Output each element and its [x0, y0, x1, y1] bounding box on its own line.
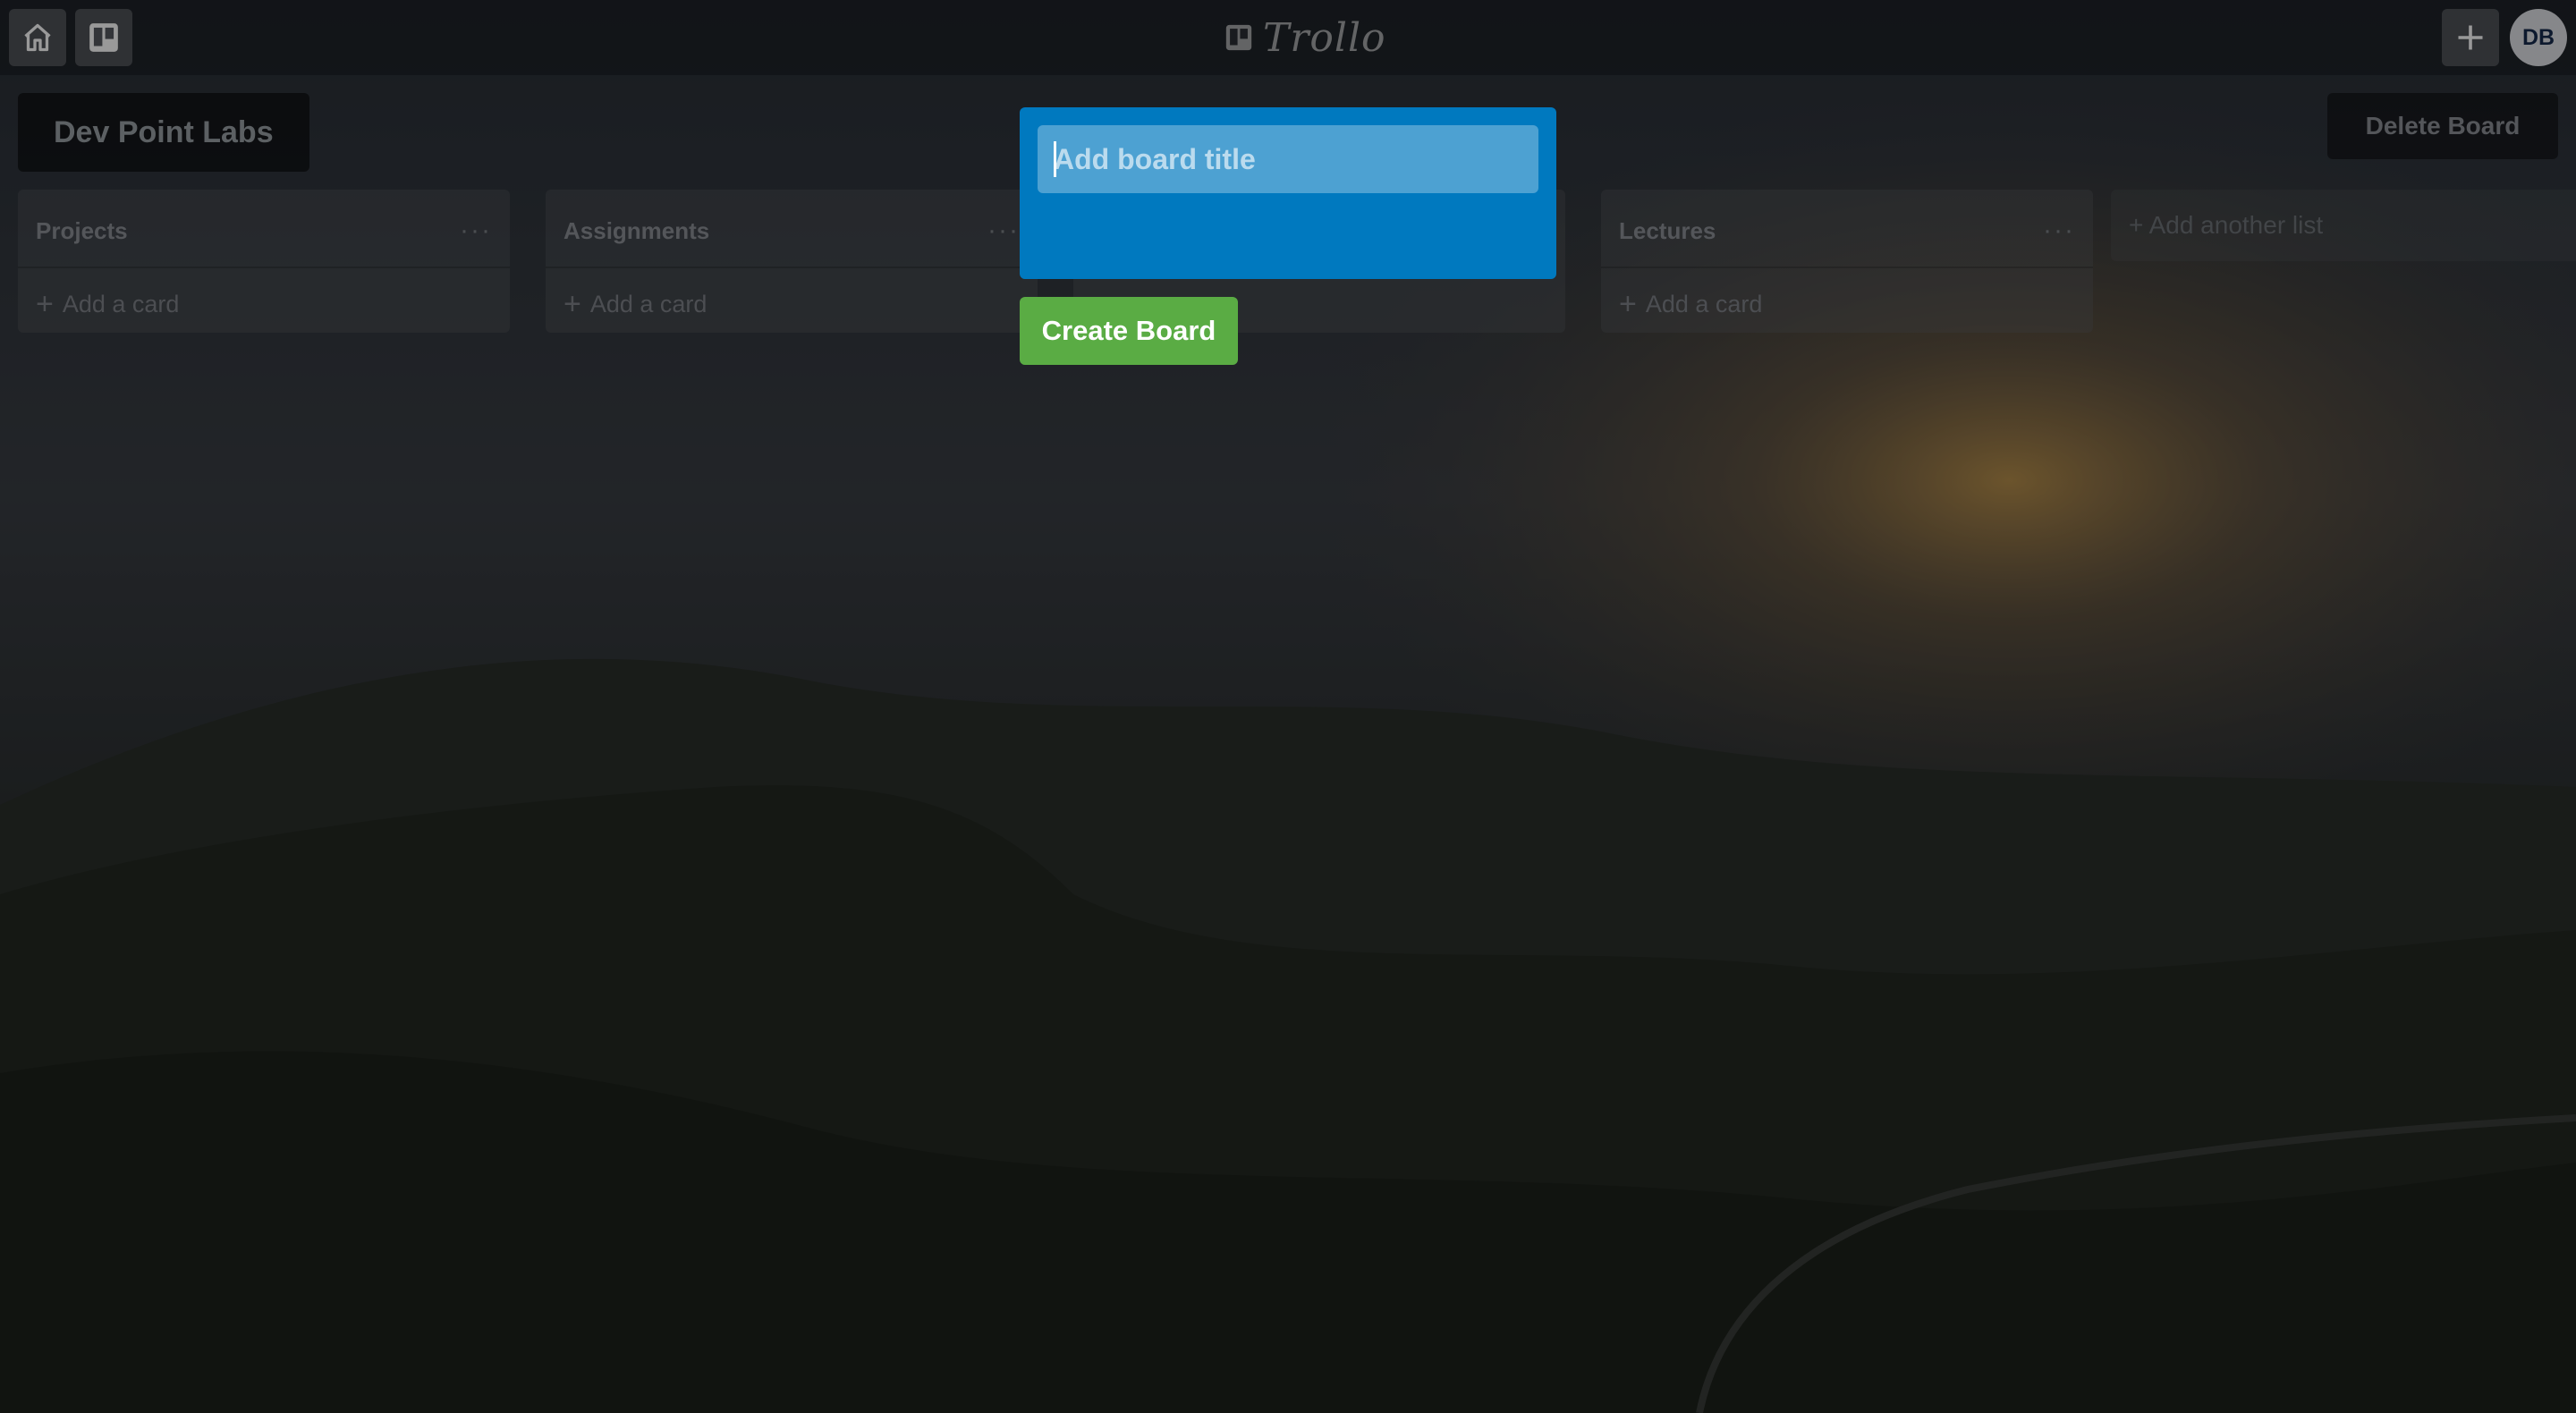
- text-cursor: [1054, 141, 1056, 177]
- board-title-input[interactable]: [1038, 125, 1538, 193]
- create-board-modal: [1020, 107, 1556, 279]
- create-board-button[interactable]: Create Board: [1020, 297, 1238, 365]
